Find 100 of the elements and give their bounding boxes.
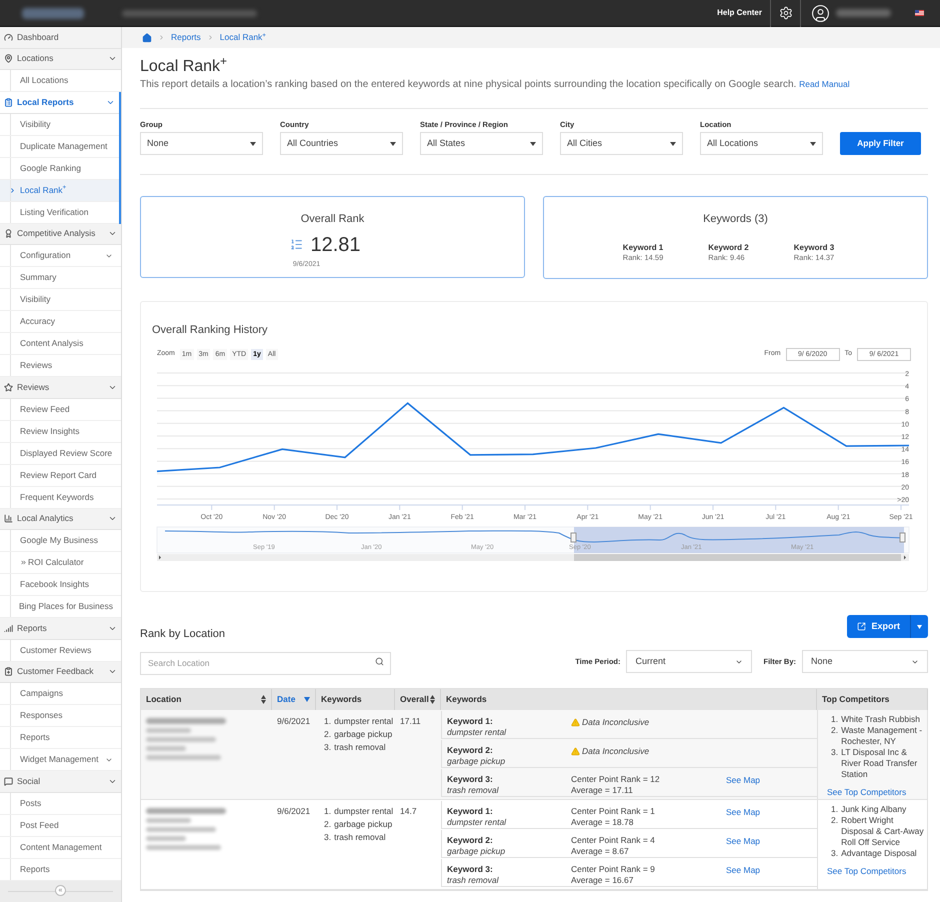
navigator-handle[interactable]: [900, 532, 906, 542]
scrollbar-thumb[interactable]: [574, 554, 901, 561]
sidebar-item[interactable]: All Locations: [0, 70, 121, 91]
keyword-label: Keyword 3:: [447, 774, 494, 786]
sidebar-item[interactable]: Reviews: [0, 355, 121, 376]
double-chevron-icon: [20, 559, 27, 566]
sidebar-item[interactable]: Summary: [0, 267, 121, 288]
sidebar-item[interactable]: Visibility: [0, 289, 121, 310]
flag-icon: [915, 10, 924, 16]
navigator-handle[interactable]: [570, 532, 576, 542]
filter-by-select[interactable]: None: [802, 650, 928, 674]
sidebar-item[interactable]: Reports: [0, 858, 121, 880]
competitor-name: LT Disposal Inc & River Road Transfer Station: [841, 747, 918, 780]
sidebar-item[interactable]: Widget Management: [0, 749, 121, 770]
sort-icon[interactable]: [261, 695, 266, 704]
search-field[interactable]: Search Location: [140, 652, 391, 675]
sidebar-item[interactable]: Google My Business: [0, 530, 121, 551]
sidebar-item[interactable]: Review Report Card: [0, 464, 121, 486]
sidebar-item[interactable]: Local Rank$^{+}$: [0, 180, 119, 200]
home-icon[interactable]: [142, 32, 152, 42]
sidebar-item[interactable]: Reports: [0, 727, 121, 748]
sidebar-item[interactable]: ROI Calculator: [0, 552, 121, 573]
list-number: 1.: [831, 804, 838, 816]
keyword-label: Keyword 1:: [447, 716, 494, 728]
sidebar-item[interactable]: Posts: [0, 792, 121, 814]
sidebar-item[interactable]: Visibility: [0, 114, 119, 134]
settings-icon[interactable]: [778, 6, 792, 20]
read-manual-link[interactable]: Read Manual: [799, 79, 850, 89]
section-icon: [4, 667, 13, 676]
sidebar-item[interactable]: Customer Reviews: [0, 640, 121, 660]
filter-select[interactable]: All States: [420, 132, 543, 156]
sidebar-section[interactable]: Local Reports: [0, 92, 119, 114]
sidebar-item[interactable]: Facebook Insights: [0, 574, 121, 595]
see-top-competitors-link[interactable]: See Top Competitors: [827, 786, 925, 799]
scroll-left-arrow-icon[interactable]: [159, 555, 161, 560]
sidebar-item[interactable]: Post Feed: [0, 814, 121, 836]
search-icon[interactable]: [375, 657, 384, 666]
current-page-icon: [9, 186, 16, 194]
center-point-rank: Center Point Rank = 1: [571, 806, 656, 818]
keyword-name: Keyword 2: [708, 242, 749, 253]
section-icon: [4, 54, 13, 64]
keyword-term: garbage pickup: [447, 756, 506, 768]
keyword-text: dumpster rental: [334, 715, 394, 728]
sidebar-item[interactable]: Responses: [0, 705, 121, 726]
keyword-text: dumpster rental: [334, 805, 394, 818]
section-icon: [4, 776, 13, 786]
sidebar-item[interactable]: Review Feed: [0, 398, 121, 420]
status-text: Data Inconclusive: [582, 716, 650, 729]
apply-filter-button[interactable]: Apply Filter: [840, 132, 921, 156]
list-number: 1.: [831, 714, 838, 726]
status-text: Data Inconclusive: [582, 745, 650, 758]
section-icon: [4, 98, 13, 107]
help-center-link[interactable]: Help Center: [717, 7, 770, 19]
blurred-text-placeholder: [146, 818, 191, 824]
see-map-link[interactable]: See Map: [726, 864, 760, 877]
sidebar-section[interactable]: Local Analytics: [0, 508, 121, 530]
keyword-text: garbage pickup: [334, 728, 392, 741]
chart-title: Overall Ranking History: [152, 323, 269, 338]
sidebar-item[interactable]: Configuration: [0, 245, 121, 266]
see-map-link[interactable]: See Map: [726, 835, 760, 848]
breadcrumb-link[interactable]: Reports: [171, 31, 201, 44]
see-map-link[interactable]: See Map: [726, 806, 760, 819]
filter-select[interactable]: All Cities: [560, 132, 683, 156]
logo-placeholder: [22, 8, 84, 18]
sidebar-section[interactable]: Locations: [0, 48, 121, 70]
list-number: 2.: [831, 815, 838, 828]
user-avatar-icon[interactable]: [811, 4, 830, 22]
section-icon: [4, 624, 13, 633]
sidebar-item[interactable]: Bing Places for Business: [0, 596, 121, 617]
filter-select[interactable]: All Locations: [700, 132, 823, 156]
export-button[interactable]: Export: [847, 615, 910, 638]
sidebar-item[interactable]: Frequent Keywords: [0, 486, 121, 508]
keyword-label: Keyword 2:: [447, 745, 494, 756]
sort-icon[interactable]: [430, 695, 435, 704]
overall-rank-text: 17.11: [400, 716, 421, 726]
sidebar-item[interactable]: Campaigns: [0, 683, 121, 704]
see-top-competitors-link[interactable]: See Top Competitors: [827, 865, 925, 878]
sidebar-item[interactable]: Content Analysis: [0, 333, 121, 354]
sidebar-item[interactable]: Displayed Review Score: [0, 442, 121, 464]
sidebar-section[interactable]: Competitive Analysis: [0, 224, 121, 245]
sidebar-item[interactable]: Google Ranking: [0, 158, 119, 178]
sidebar-section[interactable]: Customer Feedback: [0, 662, 121, 683]
filter-select[interactable]: None: [140, 132, 263, 156]
breadcrumb-link[interactable]: Local Rank$^{+}$: [220, 31, 266, 44]
scroll-right-arrow-icon[interactable]: [904, 555, 906, 560]
sidebar-item[interactable]: Duplicate Management: [0, 136, 119, 156]
sort-descending-icon[interactable]: [304, 697, 310, 702]
blurred-text-placeholder: [146, 836, 186, 842]
sidebar-item[interactable]: Content Management: [0, 836, 121, 858]
dropdown-caret-icon: [250, 142, 256, 146]
see-map-link[interactable]: See Map: [726, 774, 760, 787]
sidebar-item[interactable]: Accuracy: [0, 311, 121, 332]
keyword-label: Keyword 1:: [447, 806, 494, 818]
time-period-select[interactable]: Current: [626, 650, 752, 674]
filter-select[interactable]: All Countries: [280, 132, 403, 156]
section-icon: [4, 32, 13, 42]
sidebar-item[interactable]: Listing Verification: [0, 202, 119, 222]
sidebar-item[interactable]: Review Insights: [0, 420, 121, 442]
export-menu-button[interactable]: [910, 615, 928, 638]
dropdown-caret-icon: [670, 142, 676, 146]
